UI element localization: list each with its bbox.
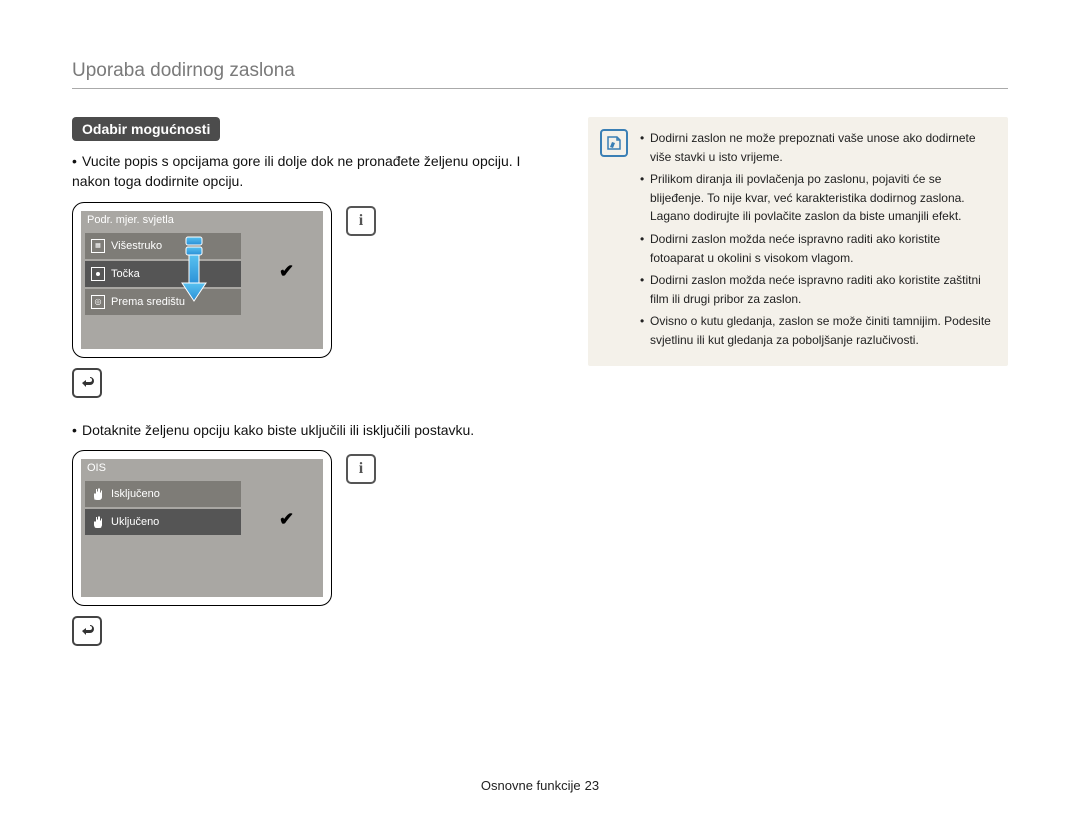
multi-metering-icon: ▦ xyxy=(91,239,105,253)
screen1-title: Podr. mjer. svjetla xyxy=(87,214,174,226)
right-column: Dodirni zaslon ne može prepoznati vaše u… xyxy=(588,117,1008,668)
bullet-1: •Vucite popis s opcijama gore ili dolje … xyxy=(72,151,552,192)
touchscreen-1[interactable]: Podr. mjer. svjetla ▦ Višestruko Točka ◎ xyxy=(81,211,323,349)
info-button[interactable]: i xyxy=(346,206,376,236)
page-footer: Osnovne funkcije23 xyxy=(0,778,1080,793)
left-column: Odabir mogućnosti •Vucite popis s opcija… xyxy=(72,117,552,668)
list-item[interactable]: OIS Uključeno xyxy=(85,509,241,535)
touchscreen-2[interactable]: OIS OFF Isključeno OIS xyxy=(81,459,323,597)
back-button[interactable] xyxy=(72,616,102,646)
device-frame-2: OIS OFF Isključeno OIS xyxy=(72,450,332,606)
svg-text:OFF: OFF xyxy=(94,496,103,501)
list-item[interactable]: ▦ Višestruko xyxy=(85,233,241,259)
back-icon xyxy=(79,375,95,391)
svg-text:OIS: OIS xyxy=(95,524,102,529)
list-item[interactable]: OFF Isključeno xyxy=(85,481,241,507)
list-item[interactable]: ◎ Prema središtu xyxy=(85,289,241,315)
spot-metering-icon xyxy=(91,267,105,281)
list-item[interactable]: Točka xyxy=(85,261,241,287)
note-item: Prilikom diranja ili povlačenja po zaslo… xyxy=(640,170,994,226)
note-item: Ovisno o kutu gledanja, zaslon se može č… xyxy=(640,312,994,349)
center-metering-icon: ◎ xyxy=(91,295,105,309)
back-button[interactable] xyxy=(72,368,102,398)
note-icon xyxy=(600,129,628,157)
ois-off-icon: OFF xyxy=(91,487,105,501)
bullet-2: •Dotaknite željenu opciju kako biste ukl… xyxy=(72,420,552,440)
check-icon: ✔ xyxy=(279,261,294,282)
check-icon: ✔ xyxy=(279,509,294,530)
device-frame-1: Podr. mjer. svjetla ▦ Višestruko Točka ◎ xyxy=(72,202,332,358)
ois-on-icon: OIS xyxy=(91,515,105,529)
note-item: Dodirni zaslon možda neće ispravno radit… xyxy=(640,271,994,308)
note-box: Dodirni zaslon ne može prepoznati vaše u… xyxy=(588,117,1008,366)
info-icon: i xyxy=(359,460,363,478)
note-item: Dodirni zaslon možda neće ispravno radit… xyxy=(640,230,994,267)
info-button[interactable]: i xyxy=(346,454,376,484)
page-title: Uporaba dodirnog zaslona xyxy=(72,60,1008,89)
info-icon: i xyxy=(359,212,363,230)
note-item: Dodirni zaslon ne može prepoznati vaše u… xyxy=(640,129,994,166)
screen2-title: OIS xyxy=(87,462,106,474)
back-icon xyxy=(79,623,95,639)
section-heading: Odabir mogućnosti xyxy=(72,117,220,141)
